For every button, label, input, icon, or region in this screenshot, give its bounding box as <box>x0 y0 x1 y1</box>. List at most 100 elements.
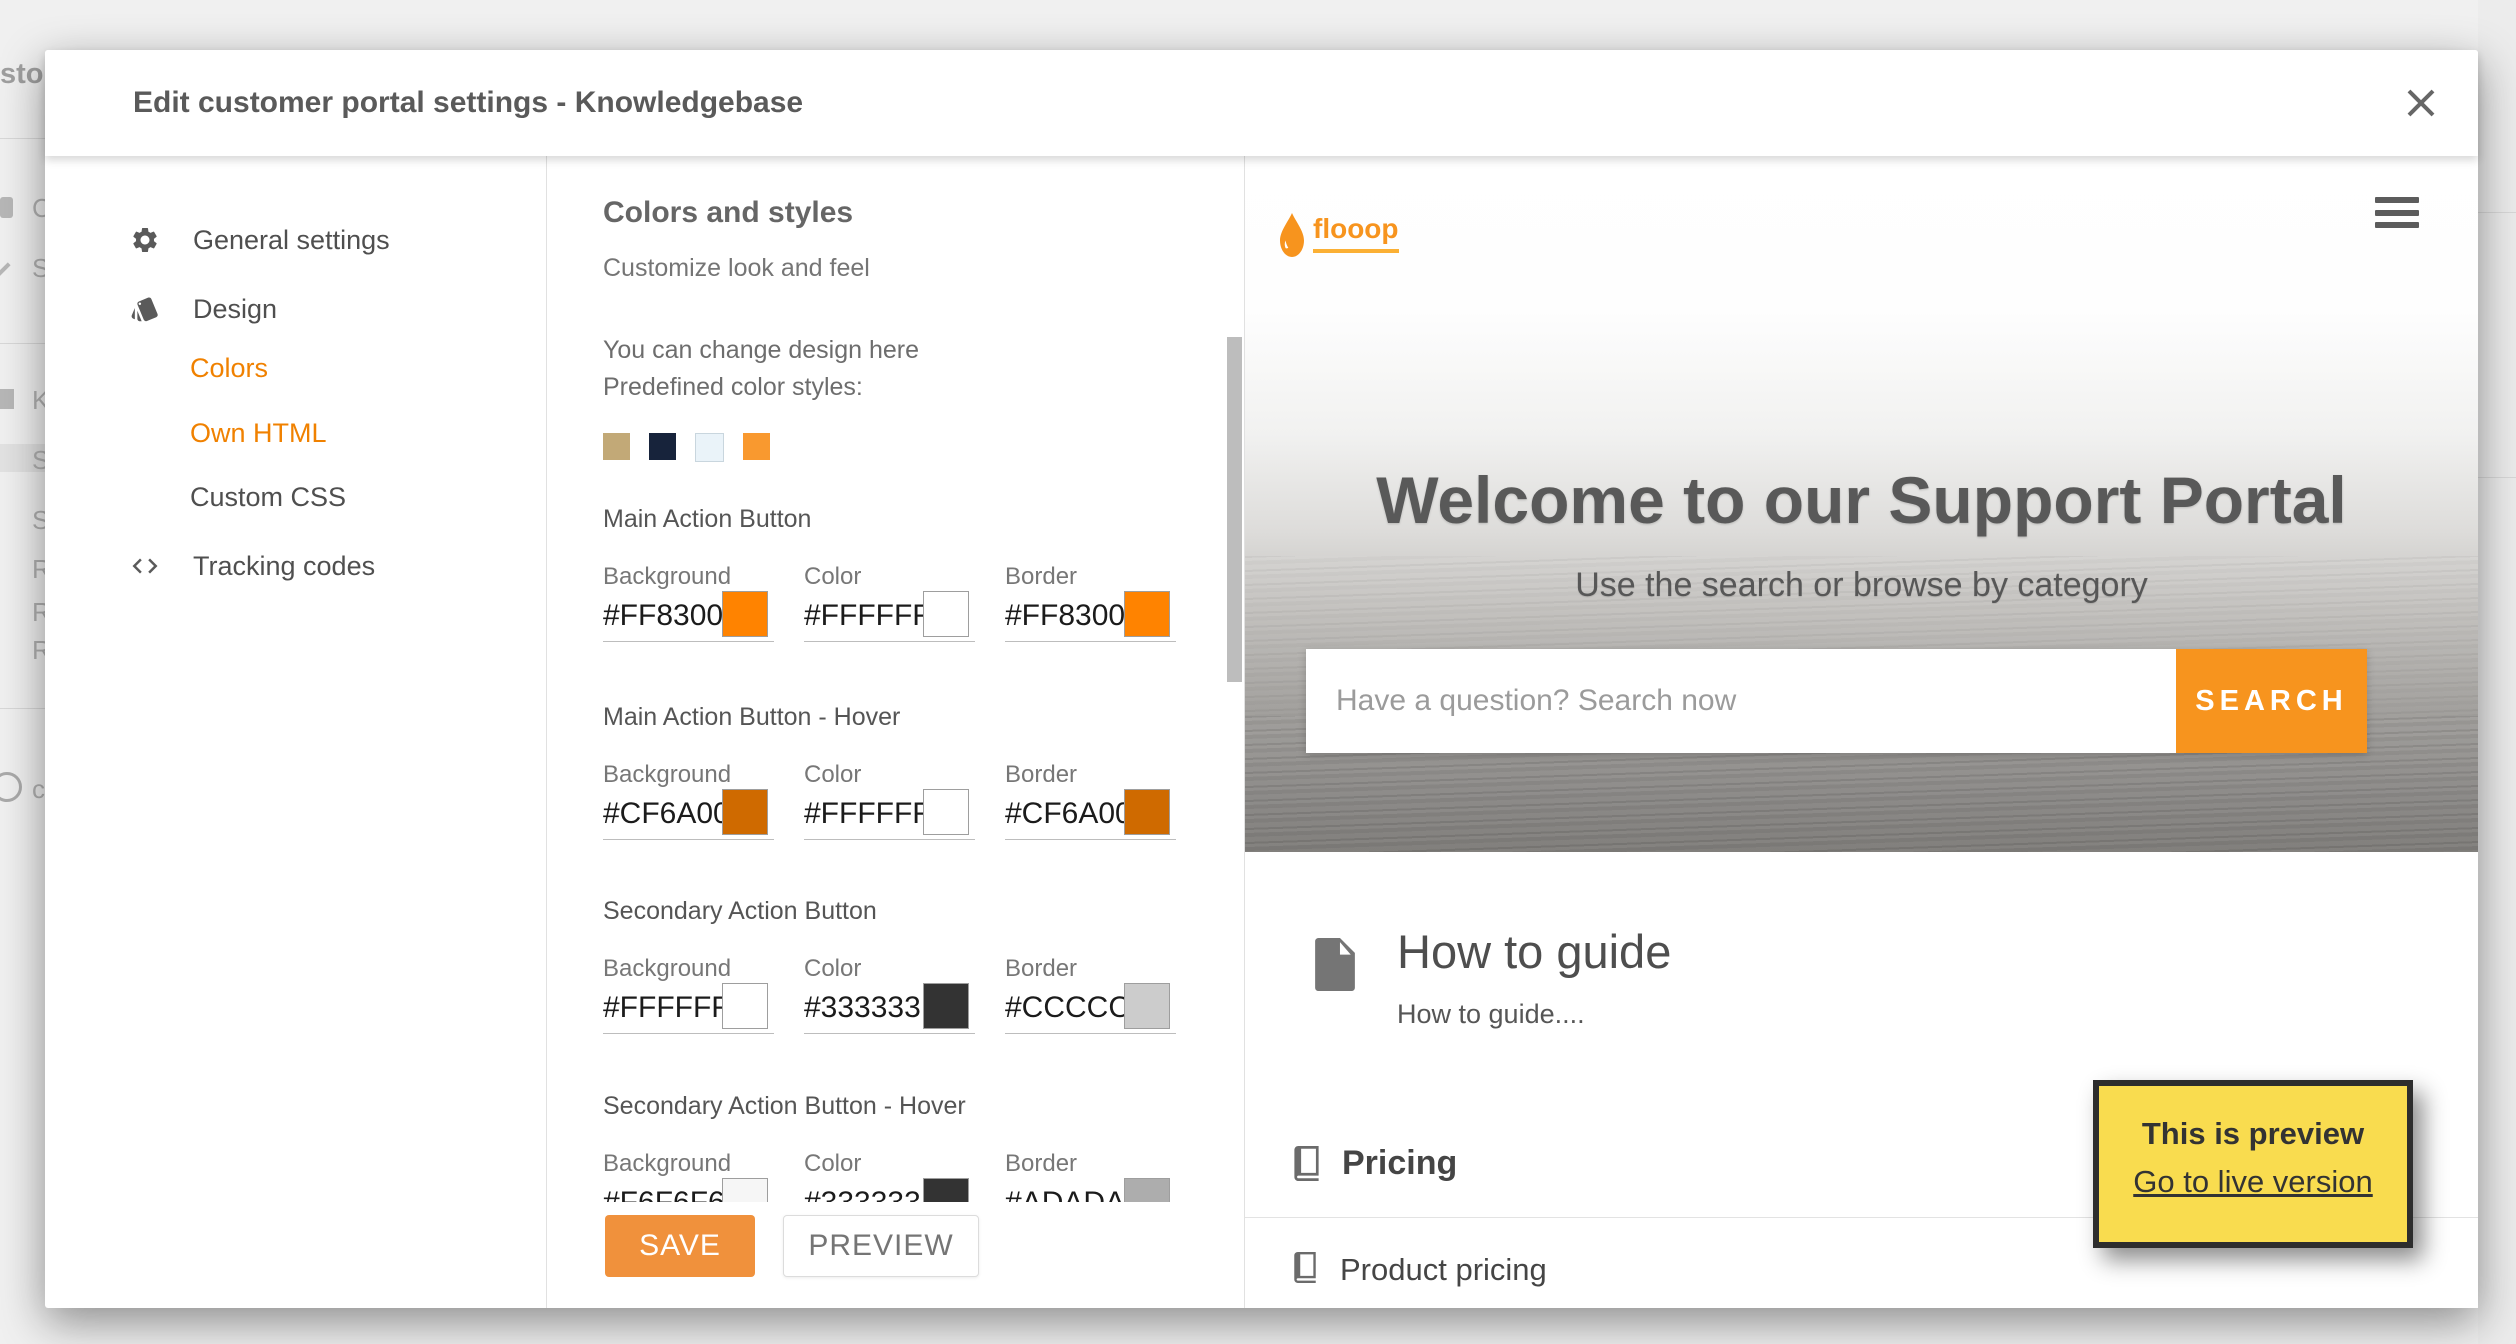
design-style-icon <box>130 294 160 324</box>
color-field-color: Color #FFFFFF <box>804 761 975 840</box>
color-swatch[interactable] <box>722 789 768 835</box>
preset-swatch-navy[interactable] <box>649 433 676 460</box>
color-swatch[interactable] <box>923 789 969 835</box>
hero-title: Welcome to our Support Portal <box>1376 463 2347 537</box>
background-letter: R <box>32 554 45 584</box>
modal-title: Edit customer portal settings - Knowledg… <box>133 86 804 119</box>
panel-footer: SAVE PREVIEW <box>546 1202 1244 1308</box>
modal-header: Edit customer portal settings - Knowledg… <box>45 50 2478 156</box>
category-title[interactable]: Pricing <box>1342 1144 1457 1183</box>
sidebar-item-custom-css[interactable]: Custom CSS <box>45 476 546 518</box>
sidebar-item-general-settings[interactable]: General settings <box>45 219 546 261</box>
preview-button[interactable]: PREVIEW <box>783 1215 979 1277</box>
sidebar-item-label: Tracking codes <box>193 550 376 581</box>
background-circle-icon <box>0 772 22 802</box>
portal-preview-pane: flooop Welcome to our Support Portal Use… <box>1245 156 2478 1308</box>
color-swatch[interactable] <box>1124 983 1170 1029</box>
background-letter: C <box>32 193 45 223</box>
panel-intro: You can change design here Predefined co… <box>603 332 919 406</box>
panel-scrollbar[interactable] <box>1227 337 1242 682</box>
field-value-input[interactable]: #CF6A00 <box>1005 797 1132 831</box>
preset-swatch-orange[interactable] <box>743 433 770 460</box>
sidebar-item-design[interactable]: Design <box>45 288 546 330</box>
portal-logo[interactable]: flooop <box>1279 212 1399 258</box>
background-divider <box>0 708 45 709</box>
intro-line: Predefined color styles: <box>603 373 863 401</box>
sidebar-item-own-html[interactable]: Own HTML <box>45 412 546 454</box>
color-swatch[interactable] <box>722 983 768 1029</box>
category-title[interactable]: How to guide <box>1397 924 1671 979</box>
panel-divider <box>1244 156 1245 1308</box>
hamburger-menu-icon[interactable] <box>2375 197 2419 228</box>
sidebar-item-label: Custom CSS <box>190 481 347 512</box>
color-field-background: Background #FF8300 <box>603 563 774 642</box>
field-value-input[interactable]: #FFFFFF <box>603 991 730 1025</box>
section-secondary-action-button: Secondary Action Button Background #FFFF… <box>603 897 1203 1034</box>
field-label: Color <box>804 955 862 982</box>
field-label: Background <box>603 1150 732 1177</box>
color-swatch[interactable] <box>1124 789 1170 835</box>
background-divider <box>0 138 45 139</box>
color-swatch[interactable] <box>923 983 969 1029</box>
search-bar: SEARCH <box>1306 649 2367 753</box>
edit-portal-settings-modal: Edit customer portal settings - Knowledg… <box>45 50 2478 1308</box>
color-field-background: Background #CF6A00 <box>603 761 774 840</box>
category-subtitle: How to guide.... <box>1397 999 1585 1029</box>
tooltip-text: This is preview <box>2141 1116 2365 1151</box>
field-value-input[interactable]: #FFFFFF <box>804 797 931 831</box>
logo-text: flooop <box>1313 212 1399 253</box>
background-letter: R <box>32 635 45 665</box>
field-label: Color <box>804 1150 862 1177</box>
save-button[interactable]: SAVE <box>605 1215 755 1277</box>
field-value-input[interactable]: #CF6A00 <box>603 797 730 831</box>
color-field-border: Border #CF6A00 <box>1005 761 1176 840</box>
background-letter: S <box>32 253 45 283</box>
background-text-fragment: stor <box>0 58 45 90</box>
intro-line: You can change design here <box>603 336 920 364</box>
book-icon <box>1293 1252 1317 1283</box>
hero-subtitle: Use the search or browse by category <box>1575 566 2148 604</box>
field-value-input[interactable]: #FF8300 <box>1005 599 1125 633</box>
sidebar-item-colors[interactable]: Colors <box>45 347 546 389</box>
predefined-color-styles <box>603 433 770 462</box>
preset-swatch-tan[interactable] <box>603 433 630 460</box>
gear-icon <box>130 225 160 255</box>
section-main-action-button-hover: Main Action Button - Hover Background #C… <box>603 703 1203 840</box>
droplet-icon <box>1279 212 1305 258</box>
field-label: Border <box>1005 563 1078 590</box>
field-label: Border <box>1005 761 1078 788</box>
section-title: Secondary Action Button <box>603 897 877 925</box>
article-icon <box>1315 938 1355 991</box>
category-title[interactable]: Product pricing <box>1340 1252 1547 1288</box>
field-value-input[interactable]: #FFFFFF <box>804 599 931 633</box>
color-swatch[interactable] <box>722 591 768 637</box>
background-divider <box>0 343 45 344</box>
search-input[interactable] <box>1306 649 2176 753</box>
sidebar-item-tracking-codes[interactable]: Tracking codes <box>45 545 546 587</box>
settings-sidebar: General settings Design Colors Own HTML … <box>45 156 546 1308</box>
color-field-color: Color #FFFFFF <box>804 563 975 642</box>
background-letter: R <box>32 597 45 627</box>
field-label: Background <box>603 955 732 982</box>
sidebar-item-label: Colors <box>190 352 269 383</box>
preset-swatch-light[interactable] <box>695 433 724 462</box>
field-label: Background <box>603 761 732 788</box>
section-title: Main Action Button <box>603 505 812 533</box>
panel-heading: Colors and styles <box>603 196 854 229</box>
field-value-input[interactable]: #FF8300 <box>603 599 723 633</box>
colors-settings-panel: Colors and styles Customize look and fee… <box>546 156 1244 1308</box>
close-icon[interactable] <box>2400 82 2442 124</box>
field-value-input[interactable]: #333333 <box>804 991 921 1025</box>
field-label: Color <box>804 761 862 788</box>
background-letter: K <box>32 385 45 415</box>
color-field-border: Border #FF8300 <box>1005 563 1176 642</box>
color-swatch[interactable] <box>1124 591 1170 637</box>
search-button[interactable]: SEARCH <box>2176 649 2367 753</box>
color-swatch[interactable] <box>923 591 969 637</box>
field-label: Background <box>603 563 732 590</box>
background-divider <box>2478 212 2516 213</box>
section-title: Main Action Button - Hover <box>603 703 901 731</box>
go-to-live-version-link[interactable]: Go to live version <box>2133 1164 2373 1200</box>
section-main-action-button: Main Action Button Background #FF8300 Co… <box>603 505 1203 642</box>
field-label: Border <box>1005 955 1078 982</box>
